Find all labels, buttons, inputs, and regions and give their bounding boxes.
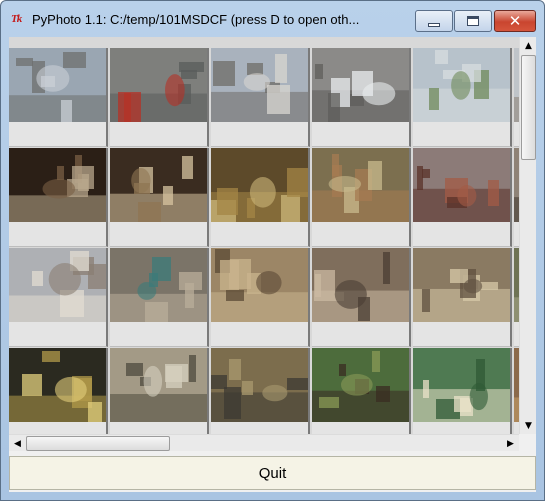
tk-feather-icon: Tk [11, 13, 22, 25]
thumbnail-cell[interactable] [211, 248, 310, 347]
thumbnail-cell[interactable] [110, 348, 209, 434]
quit-button[interactable]: Quit [9, 456, 536, 490]
horizontal-scroll-thumb[interactable] [26, 436, 170, 451]
window-title: PyPhoto 1.1: C:/temp/101MSDCF (press D t… [32, 12, 360, 27]
photo-thumbnail-aerial-rooftops[interactable] [312, 48, 409, 122]
thumbnail-cell[interactable] [211, 148, 310, 247]
photo-thumbnail-small-figurines[interactable] [413, 248, 510, 322]
scroll-up-arrow-icon[interactable]: ▲ [520, 37, 537, 54]
pyphoto-window: Tk PyPhoto 1.1: C:/temp/101MSDCF (press … [0, 0, 545, 501]
thumbnail-cell[interactable] [9, 348, 108, 434]
photo-thumbnail-office-building-rooftop[interactable] [413, 48, 510, 122]
photo-thumbnail-coin-case[interactable] [413, 348, 510, 422]
horizontal-scrollbar[interactable]: ◀ ▶ [9, 434, 519, 451]
thumbnail-cell[interactable] [211, 348, 310, 434]
scroll-down-arrow-icon[interactable]: ▼ [520, 417, 537, 434]
thumbnail-cell[interactable] [110, 248, 209, 347]
title-bar[interactable]: Tk PyPhoto 1.1: C:/temp/101MSDCF (press … [1, 1, 544, 37]
maximize-button[interactable] [454, 10, 492, 32]
photo-thumbnail-london-aerial-skyline[interactable] [9, 48, 106, 122]
thumbnail-cell[interactable] [211, 48, 310, 147]
thumbnail-cell[interactable] [9, 248, 108, 347]
thumbnail-cell[interactable] [312, 348, 411, 434]
client-area: ▲ ▼ ◀ ▶ Quit [9, 37, 536, 492]
scroll-left-arrow-icon[interactable]: ◀ [9, 435, 26, 452]
maximize-icon [467, 16, 479, 26]
minimize-button[interactable] [415, 10, 453, 32]
thumbnail-cell[interactable] [413, 248, 512, 347]
thumbnail-cell[interactable] [413, 48, 512, 147]
thumbnail-cell[interactable] [110, 48, 209, 147]
thumbnail-cell[interactable] [9, 48, 108, 147]
photo-thumbnail-bridge-over-thames[interactable] [211, 48, 308, 122]
photo-thumbnail-mosaic-panels[interactable] [110, 248, 207, 322]
thumbnail-cell[interactable] [312, 48, 411, 147]
thumbnail-cell[interactable] [9, 148, 108, 247]
photo-thumbnail-clay-pot-display[interactable] [312, 148, 409, 222]
photo-thumbnail-stone-idol[interactable] [413, 148, 510, 222]
scrollbar-corner [519, 434, 536, 451]
close-button[interactable]: ✕ [494, 10, 536, 32]
thumbnail-cell[interactable] [312, 148, 411, 247]
photo-thumbnail-clay-cylinder[interactable] [9, 348, 106, 422]
vertical-scroll-thumb[interactable] [521, 55, 536, 160]
photo-thumbnail-bronze-helmet[interactable] [211, 148, 308, 222]
scroll-right-arrow-icon[interactable]: ▶ [502, 435, 519, 452]
photo-thumbnail-carved-stones-wall[interactable] [312, 248, 409, 322]
thumbnail-grid[interactable] [9, 37, 519, 434]
photo-thumbnail-temple-columns[interactable] [110, 148, 207, 222]
thumbnail-cell[interactable] [413, 148, 512, 247]
close-icon: ✕ [508, 11, 522, 30]
photo-thumbnail-standing-figures[interactable] [110, 348, 207, 422]
thumbnail-cell[interactable] [312, 248, 411, 347]
photo-thumbnail-street-with-red-buses[interactable] [110, 48, 207, 122]
photo-thumbnail-museum-sculptures[interactable] [9, 148, 106, 222]
thumbnail-cell[interactable] [413, 348, 512, 434]
minimize-icon [428, 22, 440, 27]
photo-thumbnail-lion-mosaic[interactable] [211, 248, 308, 322]
vertical-scrollbar[interactable]: ▲ ▼ [519, 37, 536, 434]
photo-thumbnail-bronze-spearheads[interactable] [211, 348, 308, 422]
thumbnail-cell[interactable] [110, 148, 209, 247]
photo-thumbnail-lion-statue[interactable] [9, 248, 106, 322]
photo-thumbnail-horned-mask[interactable] [312, 348, 409, 422]
